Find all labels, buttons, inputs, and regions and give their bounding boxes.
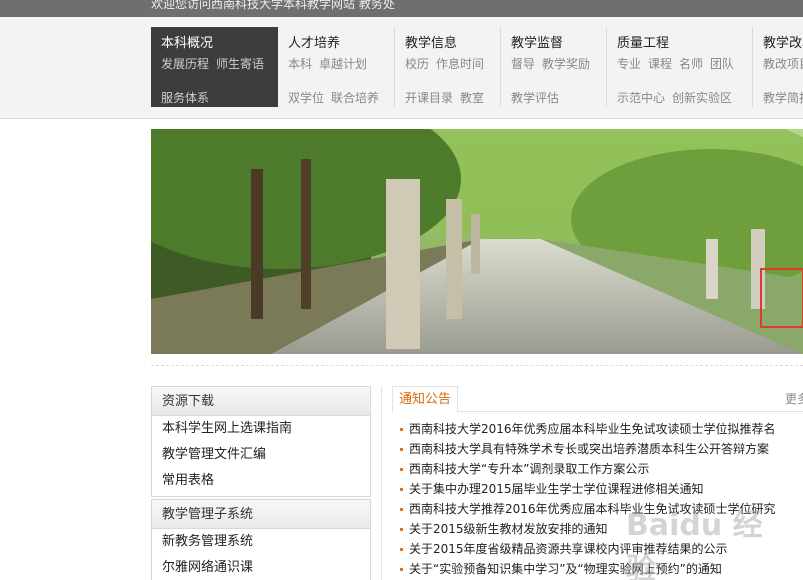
nav-link[interactable]: 卓越计划 — [319, 57, 367, 71]
nav-link[interactable]: 服务体系 — [161, 91, 209, 105]
nav-link[interactable]: 联合培养 — [331, 91, 379, 105]
square-bullet-icon — [400, 548, 403, 551]
nav-group-reform[interactable]: 教学改革 教改项目 教学简报 — [753, 27, 803, 107]
system-link[interactable]: 新教务管理系统 — [152, 529, 370, 555]
nav-links-row: 示范中心 创新实验区 — [617, 89, 739, 106]
nav-links-row: 本科 卓越计划 — [288, 55, 374, 72]
nav-link[interactable]: 督导 — [511, 57, 535, 71]
nav-link[interactable]: 作息时间 — [436, 57, 484, 71]
square-bullet-icon — [400, 568, 403, 571]
resource-link[interactable]: 本科学生网上选课指南 — [152, 416, 370, 442]
nav-group-training[interactable]: 人才培养 本科 卓越计划 双学位 联合培养 — [278, 27, 395, 107]
nav-group-teaching-info[interactable]: 教学信息 校历 作息时间 开课目录 教室 — [395, 27, 501, 107]
square-bullet-icon — [400, 508, 403, 511]
nav-link[interactable]: 教学简报 — [763, 91, 803, 105]
resources-panel: 资源下载 本科学生网上选课指南 教学管理文件汇编 常用表格 — [151, 386, 371, 497]
notice-title[interactable]: 关于2015级新生教材发放安排的通知 — [409, 522, 608, 536]
resource-link[interactable]: 教学管理文件汇编 — [152, 442, 370, 468]
notice-title[interactable]: 西南科技大学“专升本”调剂录取工作方案公示 — [409, 462, 649, 476]
nav-group-overview[interactable]: 本科概况 发展历程 师生寄语 服务体系 — [151, 27, 278, 107]
notice-title[interactable]: 关于“实验预备知识集中学习”及“物理实验网上预约”的通知 — [409, 562, 722, 576]
nav-link[interactable]: 教学奖励 — [542, 57, 590, 71]
nav-link[interactable]: 开课目录 — [405, 91, 453, 105]
nav-link[interactable]: 发展历程 — [161, 57, 209, 71]
nav-link[interactable]: 教学评估 — [511, 91, 559, 105]
notice-title[interactable]: 西南科技大学具有特殊学术专长或突出培养潜质本科生公开答辩方案 — [409, 442, 769, 456]
list-item[interactable]: 西南科技大学具有特殊学术专长或突出培养潜质本科生公开答辩方案 — [400, 439, 803, 459]
list-item[interactable]: 西南科技大学2016年优秀应届本科毕业生免试攻读硕士学位拟推荐名 — [400, 419, 803, 439]
list-item[interactable]: 西南科技大学“专升本”调剂录取工作方案公示 — [400, 459, 803, 479]
nav-links-row: 双学位 联合培养 — [288, 89, 386, 106]
banner-image[interactable] — [151, 129, 803, 354]
nav-link[interactable]: 专业 — [617, 57, 641, 71]
more-link[interactable]: 更多 — [785, 390, 803, 407]
nav-link[interactable]: 课程 — [648, 57, 672, 71]
nav-title[interactable]: 人才培养 — [288, 32, 340, 51]
nav-link[interactable]: 校历 — [405, 57, 429, 71]
square-bullet-icon — [400, 528, 403, 531]
nav-links-row: 教改项目 — [763, 55, 803, 72]
section-divider — [151, 365, 803, 366]
square-bullet-icon — [400, 488, 403, 491]
nav-links-row: 督导 教学奖励 — [511, 55, 597, 72]
nav-links-row: 服务体系 — [161, 89, 216, 106]
top-bar: 欢迎您访问西南科技大学本科教学网站 教务处 — [0, 0, 803, 17]
list-item[interactable]: 关于集中办理2015届毕业生学士学位课程进修相关通知 — [400, 479, 803, 499]
system-link[interactable]: 尔雅网络通识课 — [152, 555, 370, 580]
nav-links-row: 开课目录 教室 — [405, 89, 491, 106]
nav-link[interactable]: 教室 — [460, 91, 484, 105]
notice-header: 通知公告 更多 — [392, 386, 803, 413]
nav-title[interactable]: 本科概况 — [161, 32, 213, 51]
nav-link[interactable]: 名师 — [679, 57, 703, 71]
nav-link[interactable]: 本科 — [288, 57, 312, 71]
nav-links-row: 发展历程 师生寄语 — [161, 55, 271, 72]
nav-link[interactable]: 创新实验区 — [672, 91, 732, 105]
nav-title[interactable]: 教学信息 — [405, 32, 457, 51]
list-item[interactable]: 关于“实验预备知识集中学习”及“物理实验网上预约”的通知 — [400, 559, 803, 579]
nav-group-quality[interactable]: 质量工程 专业 课程 名师 团队 示范中心 创新实验区 — [607, 27, 753, 107]
column-divider — [381, 386, 382, 580]
resources-title: 资源下载 — [152, 387, 370, 416]
nav-link[interactable]: 示范中心 — [617, 91, 665, 105]
nav-link[interactable]: 双学位 — [288, 91, 324, 105]
nav-group-supervision[interactable]: 教学监督 督导 教学奖励 教学评估 — [501, 27, 607, 107]
nav-links-row: 教学评估 — [511, 89, 566, 106]
notice-title[interactable]: 西南科技大学2016年优秀应届本科毕业生免试攻读硕士学位拟推荐名 — [409, 422, 776, 436]
nav-link[interactable]: 团队 — [710, 57, 734, 71]
nav-title[interactable]: 教学监督 — [511, 32, 563, 51]
resource-link[interactable]: 常用表格 — [152, 468, 370, 494]
notice-title[interactable]: 关于集中办理2015届毕业生学士学位课程进修相关通知 — [409, 482, 704, 496]
baidu-watermark: Baidu 经验 — [626, 508, 763, 580]
systems-panel: 教学管理子系统 新教务管理系统 尔雅网络通识课 — [151, 499, 371, 580]
square-bullet-icon — [400, 448, 403, 451]
welcome-text: 欢迎您访问西南科技大学本科教学网站 教务处 — [151, 0, 395, 11]
systems-title: 教学管理子系统 — [152, 500, 370, 529]
tab-notices[interactable]: 通知公告 — [392, 386, 459, 413]
nav-links-row: 专业 课程 名师 团队 — [617, 55, 741, 72]
nav-link[interactable]: 师生寄语 — [216, 57, 264, 71]
square-bullet-icon — [400, 468, 403, 471]
main-nav: 本科概况 发展历程 师生寄语 服务体系 人才培养 本科 卓越计划 双学位 联合培养 教… — [0, 17, 803, 119]
nav-title[interactable]: 教学改革 — [763, 32, 803, 51]
nav-links-row: 校历 作息时间 — [405, 55, 491, 72]
nav-title[interactable]: 质量工程 — [617, 32, 669, 51]
nav-links-row: 教学简报 — [763, 89, 803, 106]
square-bullet-icon — [400, 428, 403, 431]
nav-link[interactable]: 教改项目 — [763, 57, 803, 71]
tree-avenue-photo — [151, 129, 803, 354]
